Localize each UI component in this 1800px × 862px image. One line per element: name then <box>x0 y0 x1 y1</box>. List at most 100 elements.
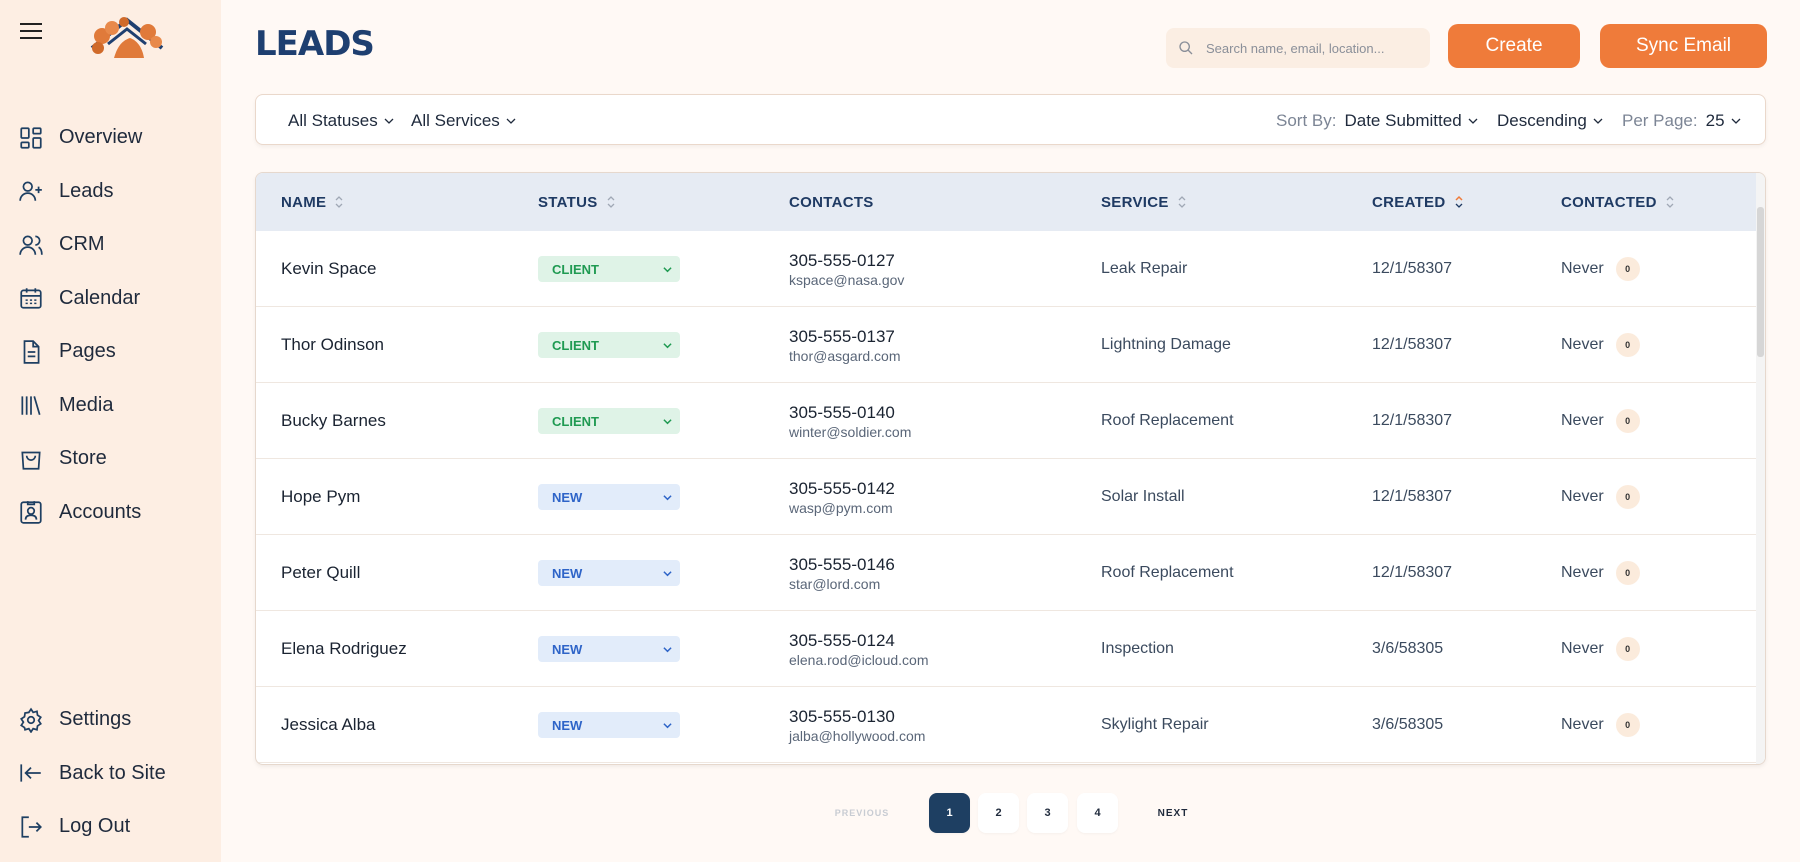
sync-email-button[interactable]: Sync Email <box>1600 24 1767 68</box>
sort-icon[interactable] <box>1177 195 1187 209</box>
sidebar-item-overview[interactable]: Overview <box>0 111 221 165</box>
column-header-status[interactable]: STATUS <box>538 173 616 231</box>
status-value: CLIENT <box>552 337 599 353</box>
chevron-down-icon <box>663 418 672 424</box>
column-header-name[interactable]: NAME <box>281 173 344 231</box>
table-row[interactable]: Thor Odinson CLIENT 305-555-0137 thor@asgar… <box>256 307 1758 383</box>
status-dropdown[interactable]: NEW <box>538 560 680 586</box>
sidebar-item-log-out[interactable]: Log Out <box>0 800 221 854</box>
order-value: Descending <box>1497 110 1587 130</box>
sort-by-value: Date Submitted <box>1344 110 1462 130</box>
hamburger-menu-icon[interactable] <box>18 18 44 44</box>
filter-bar: All Statuses All Services Sort By: Date … <box>255 94 1766 145</box>
status-cell: NEW <box>538 611 680 687</box>
lead-name[interactable]: Bucky Barnes <box>281 383 386 459</box>
created-date: 12/1/58307 <box>1372 412 1453 429</box>
table-scrollbar[interactable] <box>1756 173 1765 764</box>
create-button[interactable]: Create <box>1448 24 1580 68</box>
lead-name[interactable]: Thor Odinson <box>281 307 384 383</box>
order-dropdown[interactable]: Descending <box>1497 95 1603 146</box>
page-title: LEADS <box>255 24 375 64</box>
contact-count-badge: 0 <box>1615 257 1640 281</box>
lead-name[interactable]: Elena Rodriguez <box>281 611 407 687</box>
contact-phone[interactable]: 305-555-0124 <box>789 631 895 651</box>
created-date: 3/6/58305 <box>1372 716 1444 733</box>
page-2-button[interactable]: 2 <box>978 793 1019 833</box>
lead-name[interactable]: Kevin Space <box>281 231 376 307</box>
contact-email[interactable]: winter@soldier.com <box>789 424 911 440</box>
sidebar-item-label: Store <box>59 447 107 470</box>
per-page-dropdown[interactable]: Per Page: 25 <box>1622 95 1741 146</box>
lead-name[interactable]: Jessica Alba <box>281 687 376 763</box>
contact-phone[interactable]: 305-555-0130 <box>789 707 895 727</box>
chevron-down-icon <box>1468 118 1478 124</box>
table-row[interactable]: Hope Pym NEW 305-555-0142 wasp@pym.com Solar… <box>256 459 1758 535</box>
sidebar-item-label: Log Out <box>59 815 131 838</box>
sidebar-item-crm[interactable]: CRM <box>0 218 221 272</box>
column-header-service[interactable]: SERVICE <box>1101 173 1187 231</box>
contact-email[interactable]: thor@asgard.com <box>789 348 900 364</box>
status-dropdown[interactable]: NEW <box>538 712 680 738</box>
created-date: 12/1/58307 <box>1372 260 1453 277</box>
status-dropdown[interactable]: NEW <box>538 484 680 510</box>
sidebar-item-leads[interactable]: Leads <box>0 165 221 219</box>
contacted-value: Never <box>1561 488 1604 505</box>
sidebar-item-settings[interactable]: Settings <box>0 693 221 747</box>
search-icon <box>1179 41 1193 55</box>
contact-email[interactable]: elena.rod@icloud.com <box>789 652 929 668</box>
contact-phone[interactable]: 305-555-0137 <box>789 327 895 347</box>
page-4-button[interactable]: 4 <box>1077 793 1118 833</box>
contact-phone[interactable]: 305-555-0127 <box>789 251 895 271</box>
sidebar-item-calendar[interactable]: Calendar <box>0 272 221 326</box>
services-filter-dropdown[interactable]: All Services <box>411 95 516 146</box>
status-dropdown[interactable]: CLIENT <box>538 256 680 282</box>
table-row[interactable]: Peter Quill NEW 305-555-0146 star@lord.com R… <box>256 535 1758 611</box>
scrollbar-thumb[interactable] <box>1757 207 1764 357</box>
search-box <box>1166 28 1430 68</box>
contact-email[interactable]: kspace@nasa.gov <box>789 272 904 288</box>
status-dropdown[interactable]: NEW <box>538 636 680 662</box>
search-input[interactable] <box>1206 40 1416 56</box>
service-value: Skylight Repair <box>1101 716 1209 733</box>
sort-active-icon[interactable] <box>1454 195 1464 209</box>
sidebar-item-media[interactable]: Media <box>0 379 221 433</box>
contacted-value: Never <box>1561 564 1604 581</box>
sort-by-dropdown[interactable]: Sort By: Date Submitted <box>1276 95 1478 146</box>
contact-phone[interactable]: 305-555-0140 <box>789 403 895 423</box>
chevron-down-icon <box>506 118 516 124</box>
contact-email[interactable]: jalba@hollywood.com <box>789 728 925 744</box>
sidebar-item-label: Accounts <box>59 500 142 523</box>
table-row[interactable]: Elena Rodriguez NEW 305-555-0124 elena.rod@… <box>256 611 1758 687</box>
sidebar-item-pages[interactable]: Pages <box>0 325 221 379</box>
sort-icon[interactable] <box>1665 195 1675 209</box>
company-logo[interactable] <box>84 14 170 60</box>
contact-email[interactable]: wasp@pym.com <box>789 500 893 516</box>
page-3-button[interactable]: 3 <box>1027 793 1068 833</box>
sidebar-item-back-to-site[interactable]: Back to Site <box>0 747 221 801</box>
next-page-button[interactable]: NEXT <box>1148 793 1198 833</box>
table-row[interactable]: Jessica Alba NEW 305-555-0130 jalba@hollywo… <box>256 687 1758 763</box>
contacted-cell: Never 0 <box>1561 231 1640 307</box>
contact-email[interactable]: star@lord.com <box>789 576 880 592</box>
contact-phone[interactable]: 305-555-0142 <box>789 479 895 499</box>
contact-count-badge: 0 <box>1615 637 1640 661</box>
contacted-cell: Never 0 <box>1561 535 1640 611</box>
contact-phone[interactable]: 305-555-0146 <box>789 555 895 575</box>
lead-name[interactable]: Hope Pym <box>281 459 360 535</box>
lead-name[interactable]: Peter Quill <box>281 535 360 611</box>
previous-page-button[interactable]: PREVIOUS <box>822 793 902 833</box>
table-row[interactable]: Bucky Barnes CLIENT 305-555-0140 winter@sol… <box>256 383 1758 459</box>
contact-cell: 305-555-0140 winter@soldier.com <box>789 383 911 459</box>
column-header-created[interactable]: CREATED <box>1372 173 1464 231</box>
page-1-button[interactable]: 1 <box>929 793 970 833</box>
table-row[interactable]: Kevin Space CLIENT 305-555-0127 kspace@nasa… <box>256 231 1758 307</box>
sort-icon[interactable] <box>334 195 344 209</box>
sidebar-item-store[interactable]: Store <box>0 432 221 486</box>
sort-icon[interactable] <box>606 195 616 209</box>
status-dropdown[interactable]: CLIENT <box>538 408 680 434</box>
column-header-contacted[interactable]: CONTACTED <box>1561 173 1675 231</box>
sidebar-item-accounts[interactable]: Accounts <box>0 486 221 540</box>
status-dropdown[interactable]: CLIENT <box>538 332 680 358</box>
status-filter-dropdown[interactable]: All Statuses <box>288 95 394 146</box>
sidebar: Overview Leads CRM Calendar Pages Media … <box>0 0 221 862</box>
